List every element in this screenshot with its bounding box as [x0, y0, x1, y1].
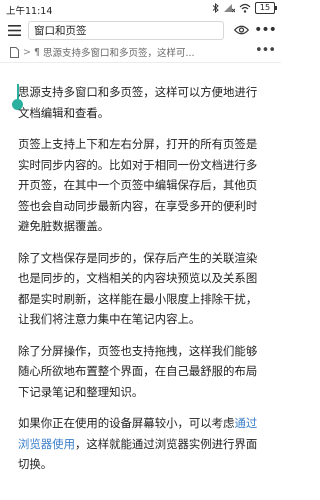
- top-toolbar: 窗口和页签 •••: [0, 18, 281, 42]
- paragraph-text: 如果你正在使用的设备屏幕较小，可以考虑: [18, 416, 235, 430]
- paragraph[interactable]: 如果你正在使用的设备屏幕较小，可以考虑通过浏览器使用，这样就能通过浏览器实例进行…: [18, 413, 268, 475]
- editor-content[interactable]: 思源支持多窗口和多页签，这样可以方便地进行文档编辑和查看。 页签上支持上下和左右…: [18, 82, 268, 486]
- signal-x-icon: [224, 4, 235, 13]
- breadcrumb-more-button[interactable]: •••: [255, 43, 276, 58]
- status-time: 上午11:14: [6, 6, 53, 17]
- breadcrumb: > ¶ 思源支持多窗口和多页签，这样可... •••: [0, 42, 281, 63]
- document-icon: [9, 46, 19, 58]
- breadcrumb-document[interactable]: [8, 46, 20, 58]
- hamburger-menu-icon: [7, 24, 21, 36]
- eye-icon: [233, 25, 249, 35]
- paragraph-icon: ¶: [33, 46, 41, 58]
- status-icons: 15: [212, 2, 277, 14]
- read-only-toggle-button[interactable]: [231, 20, 251, 40]
- more-menu-button[interactable]: •••: [254, 20, 277, 40]
- menu-button[interactable]: [2, 18, 26, 42]
- paragraph[interactable]: 除了分屏操作，页签也支持拖拽，这样我们能够随心所欲地布置整个界面，在自己最舒服的…: [18, 341, 268, 403]
- breadcrumb-separator: >: [23, 46, 31, 58]
- paragraph[interactable]: 页签上支持上下和左右分屏，打开的所有页签是实时同步内容的。比如对于相同一份文档进…: [18, 134, 268, 237]
- wifi-icon: [239, 3, 251, 13]
- paragraph[interactable]: 除了文档保存是同步的，保存后产生的关联渲染也是同步的，文档相关的内容块预览以及关…: [18, 248, 268, 330]
- bluetooth-icon: [212, 3, 219, 13]
- paragraph[interactable]: 思源支持多窗口和多页签，这样可以方便地进行文档编辑和查看。: [18, 82, 268, 123]
- breadcrumb-block[interactable]: 思源支持多窗口和多页签，这样可...: [43, 45, 195, 59]
- status-bar: 上午11:14 15: [0, 0, 281, 18]
- document-title-input[interactable]: 窗口和页签: [28, 20, 224, 40]
- battery-icon: 15: [255, 2, 277, 14]
- more-dots-icon: •••: [254, 22, 277, 38]
